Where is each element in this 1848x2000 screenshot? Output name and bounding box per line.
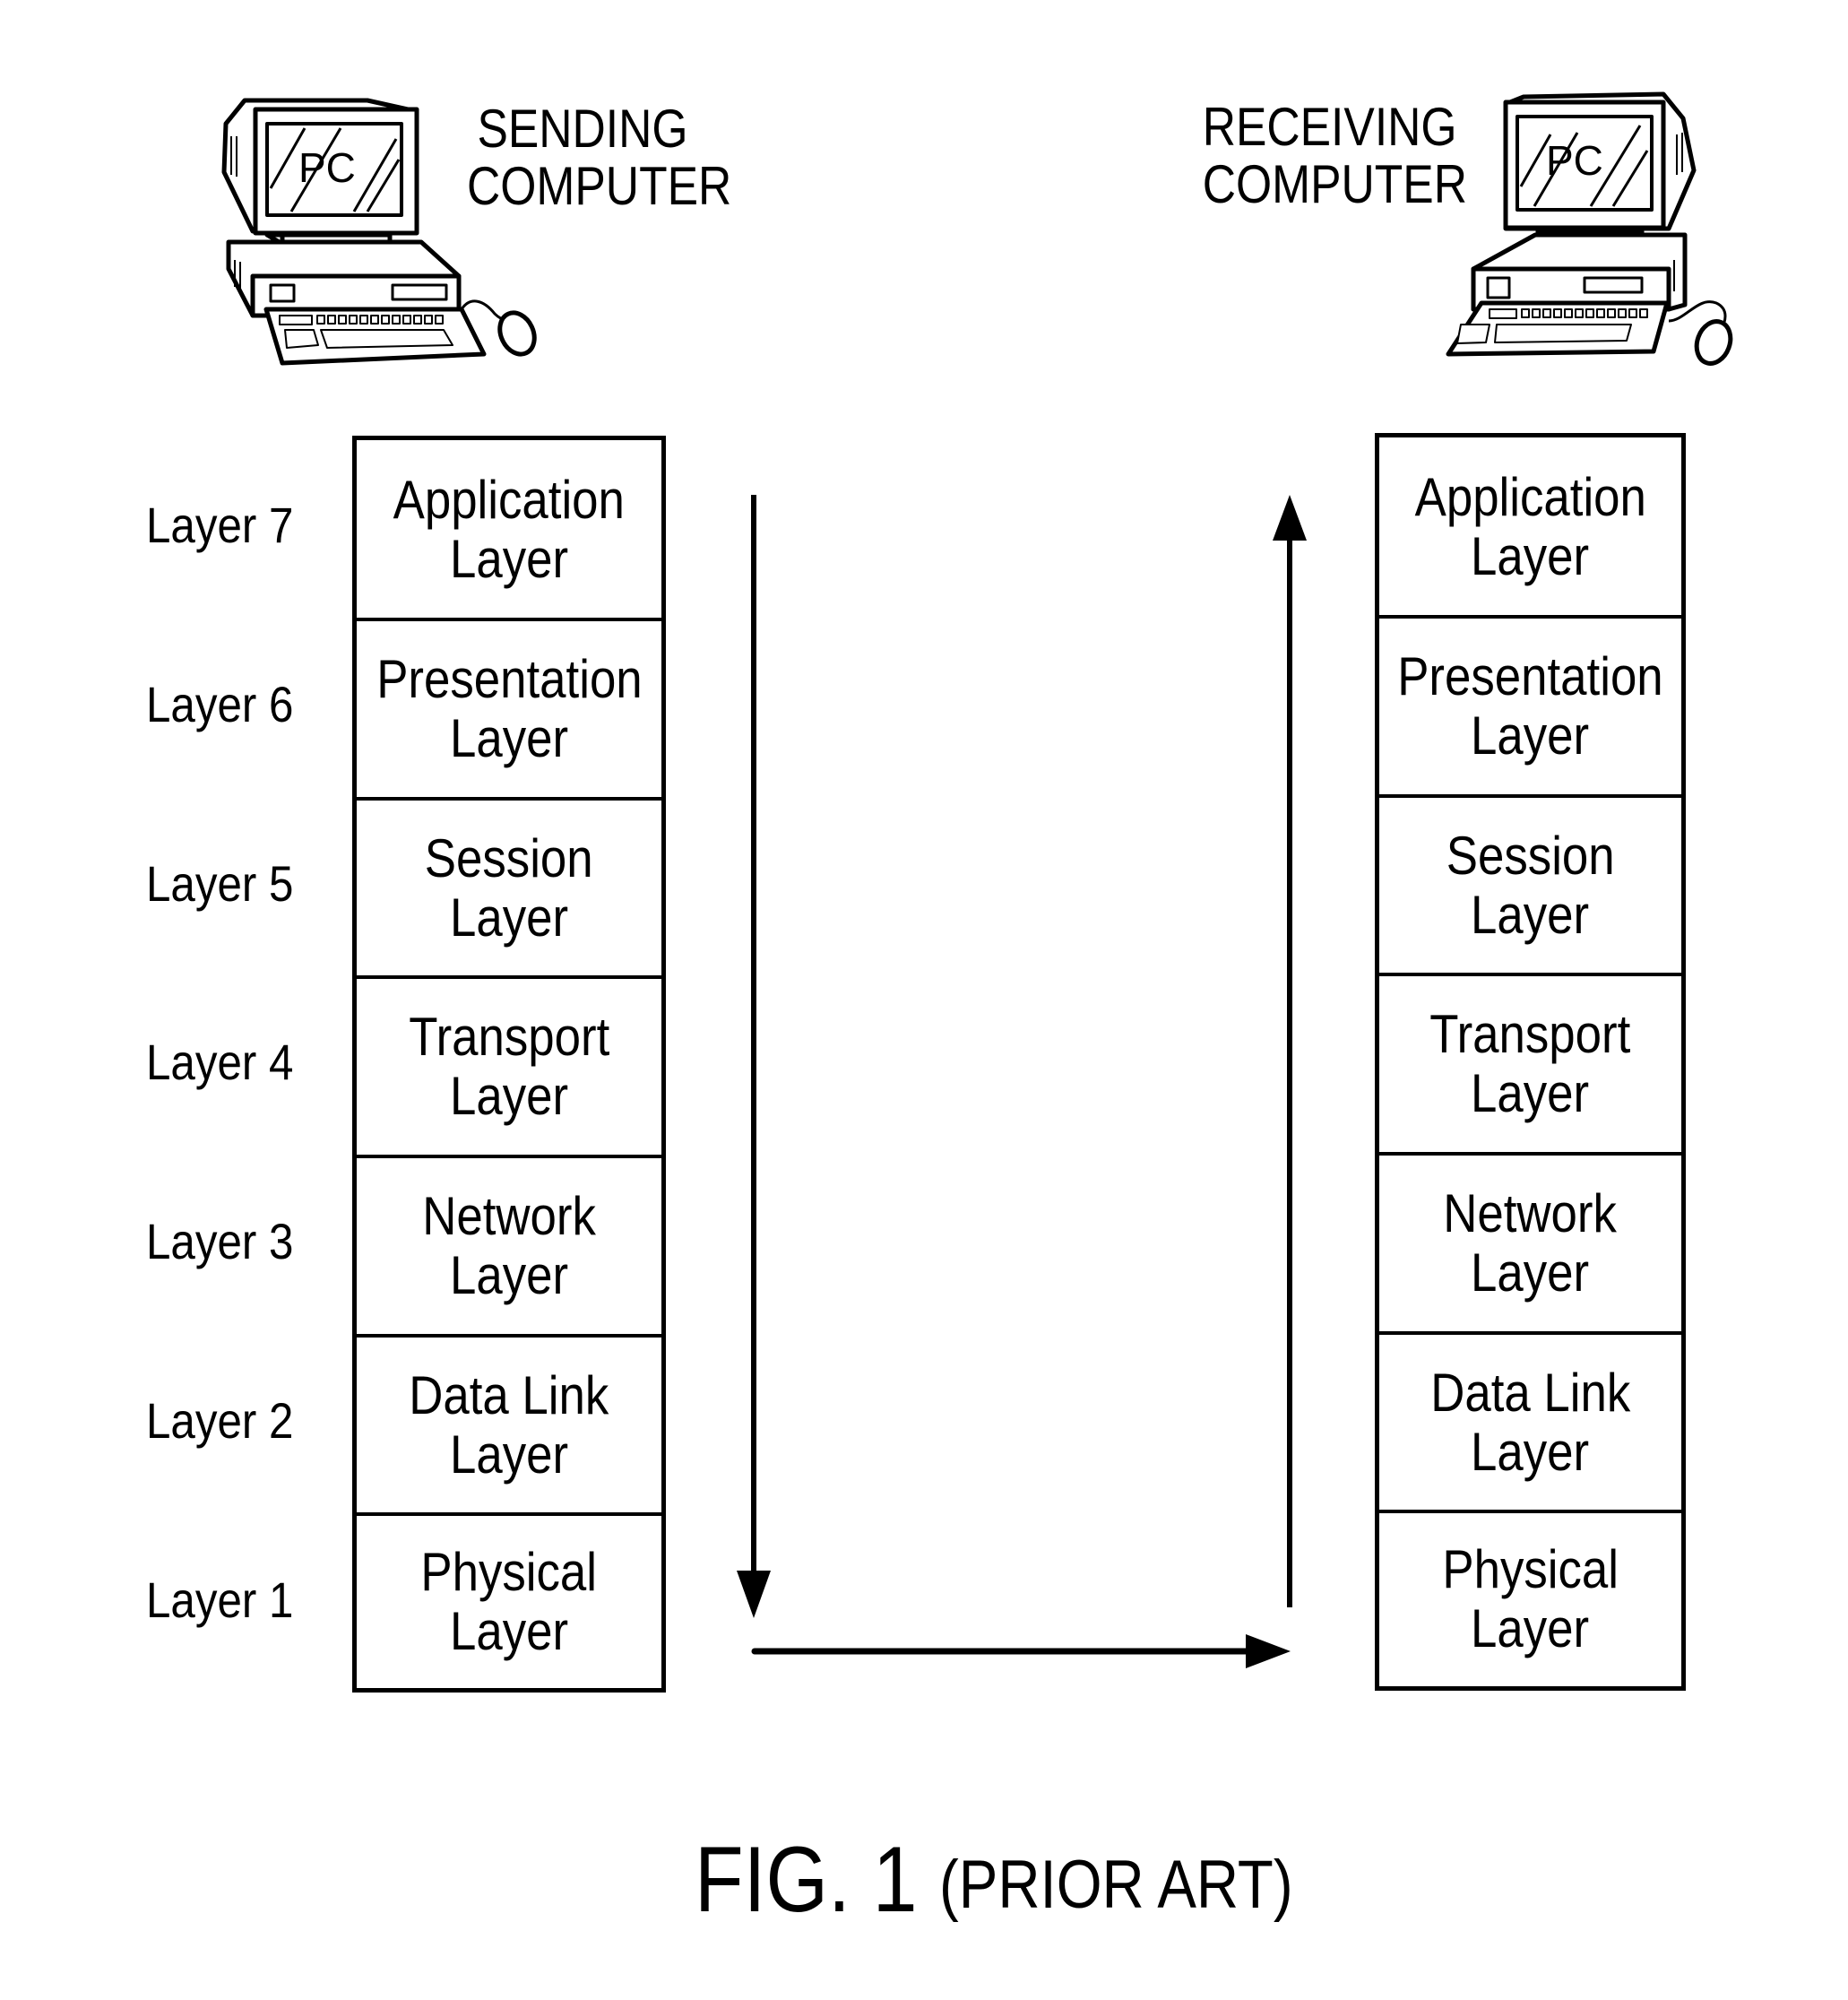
receiving-title-line2: COMPUTER [1202,154,1467,214]
receiving-pc-screen-label: PC [1546,137,1603,184]
figure-note: (PRIOR ART) [939,1847,1293,1923]
receiving-computer-title: RECEIVING COMPUTER [1183,97,1467,214]
layer-label: Layer 2 [146,1392,294,1449]
layer-label: Layer 3 [146,1213,294,1269]
cell-line2: Layer [449,1066,569,1126]
sending-network-layer: Network Layer [357,1156,661,1336]
cell-line1: Data Link [409,1365,609,1425]
cell-line2: Layer [1471,1422,1590,1482]
sending-title-line2: COMPUTER [467,156,732,216]
cell-line1: Application [1414,467,1646,527]
receiving-title-line1: RECEIVING [1202,97,1457,157]
receiving-session-layer: Session Layer [1379,796,1681,975]
cell-line2: Layer [449,708,569,768]
cell-line1: Presentation [1397,646,1663,706]
layer-label: Layer 5 [146,855,294,912]
cell-line2: Layer [449,1601,569,1661]
sending-application-layer: Application Layer [357,440,661,619]
sending-transport-layer: Transport Layer [357,977,661,1156]
right-arrow-icon [751,1634,1291,1668]
cell-line1: Network [422,1186,596,1246]
sending-presentation-layer: Presentation Layer [357,619,661,799]
cell-line2: Layer [1471,1598,1590,1658]
receiving-data-link-layer: Data Link Layer [1379,1333,1681,1512]
sending-osi-stack: Application Layer Presentation Layer Ses… [352,436,666,1693]
cell-line1: Application [393,470,626,530]
layer-label: Layer 7 [146,497,294,553]
figure-number: FIG. 1 [695,1828,918,1932]
up-arrow-icon [1273,495,1307,1607]
receiving-presentation-layer: Presentation Layer [1379,617,1681,796]
cell-line2: Layer [449,887,569,948]
cell-line1: Network [1443,1183,1618,1243]
receiving-application-layer: Application Layer [1379,437,1681,617]
cell-line1: Transport [409,1007,609,1067]
cell-line1: Session [425,828,593,888]
receiving-physical-layer: Physical Layer [1379,1511,1681,1687]
receiving-network-layer: Network Layer [1379,1154,1681,1333]
cell-line2: Layer [449,529,569,589]
cell-line2: Layer [449,1424,569,1485]
cell-line1: Physical [420,1542,598,1602]
cell-line2: Layer [1471,1063,1590,1123]
sending-session-layer: Session Layer [357,799,661,978]
cell-line1: Transport [1429,1004,1631,1064]
down-arrow-icon [737,495,771,1618]
sending-physical-layer: Physical Layer [357,1514,661,1690]
layer-label: Layer 4 [146,1034,294,1090]
sending-title-line1: SENDING [477,99,688,159]
cell-line1: Presentation [376,649,643,709]
cell-line2: Layer [1471,526,1590,586]
cell-line2: Layer [1471,1242,1590,1303]
receiving-computer-icon [1446,91,1733,366]
cell-line1: Session [1446,826,1615,886]
cell-line2: Layer [1471,885,1590,945]
receiving-transport-layer: Transport Layer [1379,974,1681,1154]
sending-data-link-layer: Data Link Layer [357,1336,661,1515]
sending-computer-title: SENDING COMPUTER [448,99,732,216]
sending-pc-screen-label: PC [298,144,356,191]
layer-label: Layer 1 [146,1571,294,1628]
cell-line1: Data Link [1429,1363,1631,1423]
cell-line1: Physical [1442,1539,1619,1599]
layer-label: Layer 6 [146,676,294,732]
cell-line2: Layer [1471,706,1590,766]
cell-line2: Layer [449,1245,569,1305]
receiving-osi-stack: Application Layer Presentation Layer Ses… [1375,433,1686,1691]
